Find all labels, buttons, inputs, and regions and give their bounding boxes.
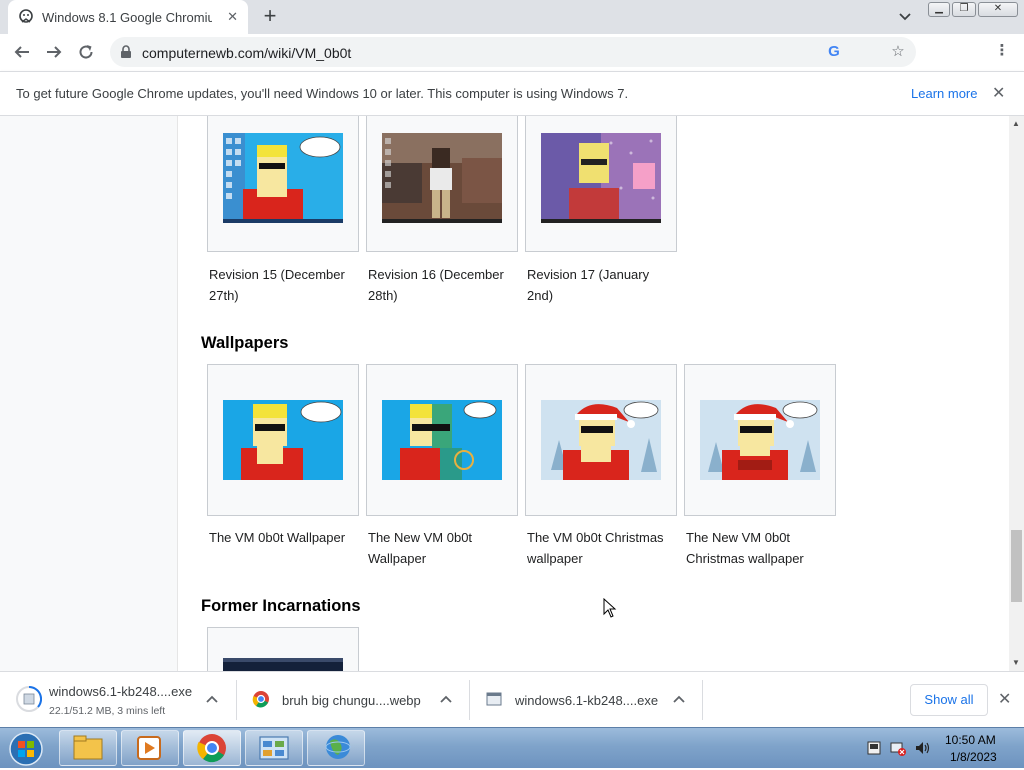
learn-more-link[interactable]: Learn more (911, 86, 977, 101)
download-filename: bruh big chungu....webp (282, 693, 421, 708)
wiki-sidebar (0, 116, 178, 671)
globe-icon (325, 735, 351, 759)
reload-button[interactable] (74, 40, 98, 64)
volume-icon[interactable] (914, 740, 930, 756)
taskbar-media-player[interactable] (121, 730, 179, 766)
taskbar-internet[interactable] (307, 730, 365, 766)
lock-icon[interactable] (120, 45, 132, 59)
gallery-thumb-revision-17[interactable] (525, 116, 677, 252)
address-bar[interactable]: computernewb.com/wiki/VM_0b0t (110, 37, 916, 67)
download-filename: windows6.1-kb248....exe (49, 684, 193, 699)
tab-title: Windows 8.1 Google Chromium (42, 9, 212, 25)
gallery-thumb-wallpaper-2[interactable] (366, 364, 518, 516)
tab-strip: Windows 8.1 Google Chromium ✕ + ▁ ❐ ✕ (0, 0, 1024, 34)
download-item[interactable]: bruh big chungu....webp (237, 672, 469, 728)
download-progress-file-icon (16, 686, 42, 712)
revision-16-image (382, 133, 502, 223)
forward-arrow-icon (47, 46, 62, 58)
reload-icon (79, 45, 93, 59)
system-tray (860, 728, 1024, 769)
media-player-icon (137, 736, 161, 760)
scroll-down-icon[interactable]: ▼ (1012, 658, 1020, 667)
show-all-button[interactable]: Show all (910, 684, 988, 716)
mouse-cursor-icon (603, 598, 617, 618)
download-bar-close-icon[interactable]: ✕ (998, 689, 1011, 709)
clock-date[interactable]: 1/8/2023 (950, 750, 997, 764)
gallery-thumb-revision-16[interactable] (366, 116, 518, 252)
page-favicon-icon (19, 9, 33, 23)
url-text[interactable]: computernewb.com/wiki/VM_0b0t (142, 45, 351, 61)
former-incarnation-image (223, 658, 343, 671)
gallery-thumb-former-1[interactable] (207, 627, 359, 671)
caption-wallpaper-1: The VM 0b0t Wallpaper (209, 530, 346, 545)
scroll-up-icon[interactable]: ▲ (1012, 119, 1020, 128)
download-progress-text: 22.1/51.2 MB, 3 mins left (49, 705, 166, 717)
new-vm-0b0t-christmas-wallpaper-image (700, 400, 820, 480)
infobar-message: To get future Google Chrome updates, you… (16, 86, 629, 101)
revision-15-image (223, 133, 343, 223)
chrome-file-icon (252, 691, 269, 708)
caption-wallpaper-2: The New VM 0b0t Wallpaper (368, 530, 473, 566)
heading-former-incarnations: Former Incarnations (201, 597, 361, 615)
vm-0b0t-christmas-wallpaper-image (541, 400, 661, 480)
caption-wallpaper-3: The VM 0b0t Christmas wallpaper (527, 530, 664, 566)
download-item[interactable]: windows6.1-kb248....exe 22.1/51.2 MB, 3 … (0, 672, 236, 728)
clock-time[interactable]: 10:50 AM (945, 733, 996, 747)
exe-file-icon (486, 692, 502, 706)
page-scrollbar[interactable]: ▲ ▼ (1009, 116, 1024, 671)
new-vm-0b0t-wallpaper-image (382, 400, 502, 480)
tab-active[interactable]: Windows 8.1 Google Chromium ✕ (8, 0, 248, 34)
download-options-chevron-icon[interactable] (206, 694, 218, 704)
heading-wallpapers: Wallpapers (201, 334, 289, 352)
update-infobar: To get future Google Chrome updates, you… (0, 71, 1024, 116)
back-button[interactable] (10, 40, 34, 64)
download-item[interactable]: windows6.1-kb248....exe (470, 672, 702, 728)
gallery-thumb-wallpaper-3[interactable] (525, 364, 677, 516)
folder-icon (73, 735, 103, 760)
page-content: Revision 15 (December 27th) Revision 16 … (0, 116, 1009, 671)
download-filename: windows6.1-kb248....exe (515, 693, 659, 708)
caption-revision-16: Revision 16 (December 28th) (368, 267, 504, 303)
control-panel-icon (259, 736, 289, 760)
download-options-chevron-icon[interactable] (440, 694, 452, 704)
download-separator (702, 680, 703, 720)
revision-17-image (541, 133, 661, 223)
google-lens-icon[interactable]: G (826, 44, 842, 60)
caption-wallpaper-4: The New VM 0b0t Christmas wallpaper (686, 530, 804, 566)
taskbar-control-panel[interactable] (245, 730, 303, 766)
caption-revision-17: Revision 17 (January 2nd) (527, 267, 650, 303)
start-orb-icon[interactable] (4, 730, 48, 767)
restore-button[interactable]: ❐ (952, 2, 976, 17)
download-bar: windows6.1-kb248....exe 22.1/51.2 MB, 3 … (0, 671, 1024, 727)
gallery-thumb-wallpaper-1[interactable] (207, 364, 359, 516)
toolbar: computernewb.com/wiki/VM_0b0t G ☆ ⋮ (0, 34, 1024, 96)
infobar-close-icon[interactable]: ✕ (992, 83, 1005, 103)
new-tab-button[interactable]: + (258, 4, 282, 28)
vm-0b0t-wallpaper-image (223, 400, 343, 480)
forward-button[interactable] (42, 40, 66, 64)
minimize-button[interactable]: ▁ (928, 2, 950, 17)
network-warning-icon[interactable] (890, 740, 906, 756)
back-arrow-icon (14, 46, 29, 58)
gallery-thumb-wallpaper-4[interactable] (684, 364, 836, 516)
tab-search-chevron-icon[interactable] (896, 8, 914, 26)
chrome-icon (197, 734, 226, 763)
taskbar-chrome[interactable] (183, 730, 241, 766)
gallery-thumb-revision-15[interactable] (207, 116, 359, 252)
tab-close-icon[interactable]: ✕ (227, 9, 238, 25)
bookmark-star-icon[interactable]: ☆ (890, 44, 906, 60)
caption-revision-15: Revision 15 (December 27th) (209, 267, 345, 303)
windows-taskbar: 10:50 AM 1/8/2023 (0, 727, 1024, 768)
action-center-flag-icon[interactable] (866, 740, 882, 756)
scrollbar-thumb[interactable] (1011, 530, 1022, 602)
download-options-chevron-icon[interactable] (673, 694, 685, 704)
menu-kebab-icon[interactable]: ⋮ (994, 43, 1010, 59)
taskbar-explorer[interactable] (59, 730, 117, 766)
close-window-button[interactable]: ✕ (978, 2, 1018, 17)
